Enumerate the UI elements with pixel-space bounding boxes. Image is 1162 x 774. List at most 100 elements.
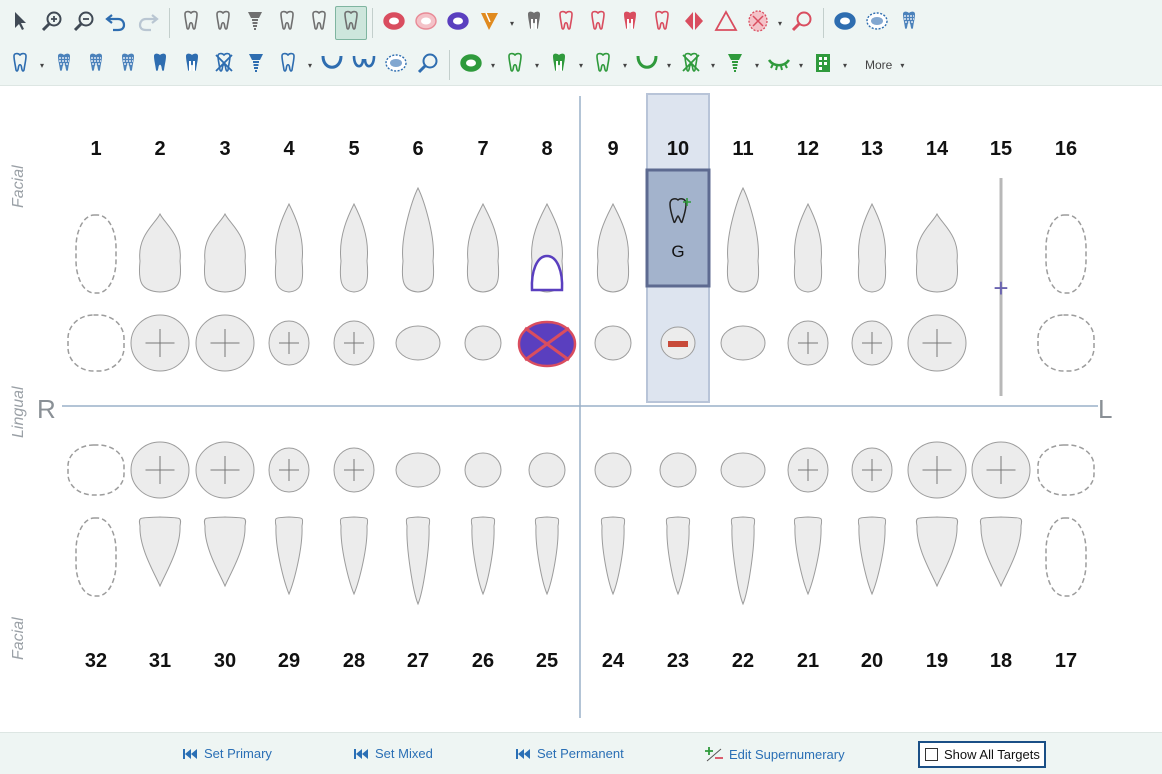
tooth-number-upper[interactable]: 2 [140,138,180,161]
triangle-button[interactable] [710,6,742,40]
root-canal-button[interactable] [614,6,646,40]
lower-tooth-facial[interactable] [915,516,959,588]
chevron-down-icon[interactable]: ▾ [487,48,499,82]
upper-tooth-occlusal[interactable] [395,325,441,361]
green-surface-button[interactable] [455,48,487,82]
chevron-down-icon[interactable]: ▾ [839,48,851,82]
tooth-number-upper[interactable]: 5 [334,138,374,161]
lower-tooth-facial[interactable] [274,516,304,596]
red-filling-ring-button[interactable] [410,6,442,40]
supernumerary-tooth-button[interactable] [335,6,367,40]
green-tooth-button[interactable] [499,48,531,82]
sealant-flag-button[interactable] [474,6,506,40]
redo-button[interactable] [132,6,164,40]
chevron-down-icon[interactable]: ▾ [707,48,719,82]
blue-surface-button[interactable] [829,6,861,40]
green-x-tooth-button[interactable] [675,48,707,82]
red-filling-mo-button[interactable] [378,6,410,40]
set-mixed-button[interactable]: Set Mixed [353,746,433,761]
tooth-number-lower[interactable]: 22 [723,650,763,673]
tooth-number-upper[interactable]: 16 [1046,138,1086,161]
search-blue-button[interactable] [412,48,444,82]
green-eyelash-button[interactable] [763,48,795,82]
blue-wave-tooth-button[interactable] [80,48,112,82]
supernumerary-add-icon[interactable]: + [993,273,1008,303]
broken-tooth-button[interactable] [582,6,614,40]
tooth-number-upper[interactable]: 14 [917,138,957,161]
green-grid-button[interactable] [807,48,839,82]
search-red-button[interactable] [786,6,818,40]
set-primary-button[interactable]: Set Primary [182,746,272,761]
more-button[interactable]: More ▾ [865,58,904,72]
tooth-number-lower[interactable]: 20 [852,650,892,673]
crown-green-button[interactable] [518,6,550,40]
blue-dotted-oval-button[interactable] [380,48,412,82]
missing-lower-occlusal-outline[interactable] [1037,444,1095,496]
implant-bridge-button[interactable] [239,6,271,40]
upper-tooth-facial[interactable] [339,202,369,293]
chevron-down-icon[interactable]: ▾ [774,6,786,40]
blue-filling-button[interactable] [442,6,474,40]
tooth-number-lower[interactable]: 21 [788,650,828,673]
blue-solid-tooth-button[interactable] [144,48,176,82]
tooth-number-upper[interactable]: 12 [788,138,828,161]
lower-tooth-occlusal[interactable] [594,452,632,488]
tooth-outline-button[interactable] [271,6,303,40]
tooth-number-lower[interactable]: 24 [593,650,633,673]
green-implant-button[interactable] [719,48,751,82]
upper-tooth-occlusal[interactable] [464,325,502,361]
tooth-number-upper[interactable]: 8 [527,138,567,161]
blue-grid-tooth-button[interactable] [112,48,144,82]
lower-tooth-facial[interactable] [600,516,626,596]
blue-x-tooth-button[interactable] [208,48,240,82]
tooth-number-lower[interactable]: 17 [1046,650,1086,673]
tooth-number-upper[interactable]: 3 [205,138,245,161]
upper-tooth-facial[interactable] [726,186,760,293]
tooth-number-upper[interactable]: 11 [723,138,763,161]
move-tooth-button[interactable] [303,6,335,40]
missing-lower-occlusal-outline[interactable] [67,444,125,496]
chevron-down-icon[interactable]: ▾ [751,48,763,82]
blue-arch-button[interactable] [316,48,348,82]
tooth-red-outline-button[interactable] [646,6,678,40]
missing-upper-tooth-outline[interactable] [1045,214,1087,294]
chevron-down-icon[interactable]: ▾ [506,6,518,40]
upper-tooth-facial[interactable] [596,202,630,293]
missing-upper-tooth-outline[interactable] [75,214,117,294]
lower-tooth-occlusal[interactable] [720,452,766,488]
chevron-down-icon[interactable]: ▾ [619,48,631,82]
chevron-down-icon[interactable]: ▾ [36,48,48,82]
tooth-number-upper[interactable]: 6 [398,138,438,161]
blue-crown-button[interactable] [176,48,208,82]
zoom-out-button[interactable] [68,6,100,40]
extract-tooth-button[interactable] [175,6,207,40]
tooth-number-upper[interactable]: 10 [658,138,698,161]
blue-molar-button[interactable] [272,48,304,82]
lower-tooth-facial[interactable] [665,516,691,596]
upper-tooth-facial[interactable] [274,202,304,293]
pointer-button[interactable] [4,6,36,40]
lower-tooth-facial[interactable] [470,516,496,596]
lower-tooth-facial[interactable] [979,516,1023,588]
upper-tooth-facial[interactable] [793,202,823,293]
missing-lower-tooth-outline[interactable] [1045,517,1087,597]
upper-tooth-facial[interactable] [401,186,435,293]
lower-tooth-facial[interactable] [203,516,247,588]
lower-tooth-occlusal[interactable] [464,452,502,488]
lower-tooth-facial[interactable] [793,516,823,596]
lower-tooth-occlusal[interactable] [528,452,566,488]
missing-lower-tooth-outline[interactable] [75,517,117,597]
tooth-number-lower[interactable]: 27 [398,650,438,673]
tooth-number-lower[interactable]: 26 [463,650,503,673]
chevron-down-icon[interactable]: ▾ [663,48,675,82]
upper-tooth-facial[interactable] [466,202,500,293]
lower-tooth-occlusal[interactable] [659,452,697,488]
tooth-number-lower[interactable]: 28 [334,650,374,673]
blue-implant-button[interactable] [240,48,272,82]
tooth-number-lower[interactable]: 25 [527,650,567,673]
blue-dotted-surface-button[interactable] [861,6,893,40]
diastema-button[interactable] [678,6,710,40]
tooth-number-upper[interactable]: 15 [981,138,1021,161]
lower-tooth-facial[interactable] [857,516,887,596]
missing-upper-occlusal-outline[interactable] [67,314,125,372]
